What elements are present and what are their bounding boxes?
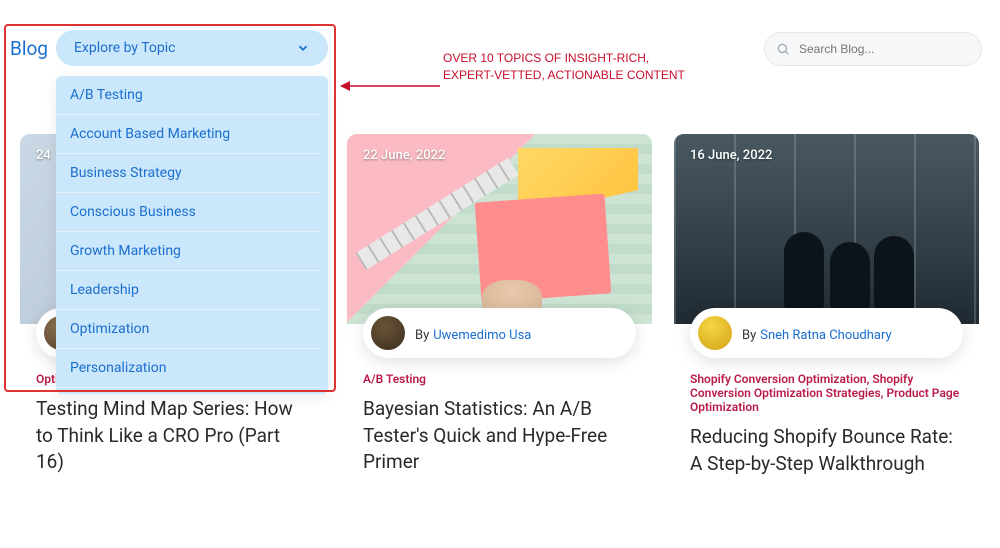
card-image: 16 June, 2022 [674,134,979,324]
search-input[interactable] [764,32,982,66]
dropdown-item[interactable]: Personalization [56,349,322,388]
blog-card[interactable]: 22 June, 2022 By Uwemedimo Usa A/B Testi… [347,134,652,502]
search-wrap [764,32,982,66]
annotation-line2: EXPERT-VETTED, ACTIONABLE CONTENT [443,67,685,84]
card-title: Reducing Shopify Bounce Rate: A Step-by-… [690,424,963,477]
search-icon [776,42,790,56]
topic-dropdown-label: Explore by Topic [74,40,176,56]
author-avatar [698,316,732,350]
annotation-text: OVER 10 TOPICS OF INSIGHT-RICH, EXPERT-V… [443,50,685,84]
card-date: 16 June, 2022 [690,148,772,163]
card-image: 22 June, 2022 [347,134,652,324]
blog-card[interactable]: 16 June, 2022 By Sneh Ratna Choudhary Sh… [674,134,979,502]
card-category[interactable]: Shopify Conversion Optimization, Shopify… [690,372,963,414]
dropdown-item[interactable]: Conscious Business [56,193,322,232]
author-pill: By Sneh Ratna Choudhary [690,308,963,358]
blog-label: Blog [10,37,48,60]
author-pill: By Uwemedimo Usa [363,308,636,358]
dropdown-item[interactable]: Optimization [56,310,322,349]
card-date: 24 [36,148,51,163]
chevron-down-icon [296,41,310,55]
topic-dropdown-menu: A/B Testing Account Based Marketing Busi… [56,76,328,394]
dropdown-item[interactable]: Prioritization [56,388,322,394]
author-name[interactable]: Sneh Ratna Choudhary [760,328,891,343]
card-title: Testing Mind Map Series: How to Think Li… [36,396,309,476]
card-date: 22 June, 2022 [363,148,445,163]
topic-dropdown: Explore by Topic A/B Testing Account Bas… [56,30,328,66]
topic-dropdown-toggle[interactable]: Explore by Topic [56,30,328,66]
annotation-arrow [340,77,440,95]
topic-dropdown-scroll[interactable]: A/B Testing Account Based Marketing Busi… [56,76,322,394]
author-by: By [742,328,756,343]
dropdown-item[interactable]: Growth Marketing [56,232,322,271]
dropdown-item[interactable]: Business Strategy [56,154,322,193]
dropdown-item[interactable]: Leadership [56,271,322,310]
author-by: By [415,328,429,343]
dropdown-item[interactable]: A/B Testing [56,76,322,115]
card-category[interactable]: A/B Testing [363,372,636,386]
dropdown-item[interactable]: Account Based Marketing [56,115,322,154]
annotation-line1: OVER 10 TOPICS OF INSIGHT-RICH, [443,50,685,67]
card-title: Bayesian Statistics: An A/B Tester's Qui… [363,396,636,476]
author-name[interactable]: Uwemedimo Usa [433,328,531,343]
author-avatar [371,316,405,350]
